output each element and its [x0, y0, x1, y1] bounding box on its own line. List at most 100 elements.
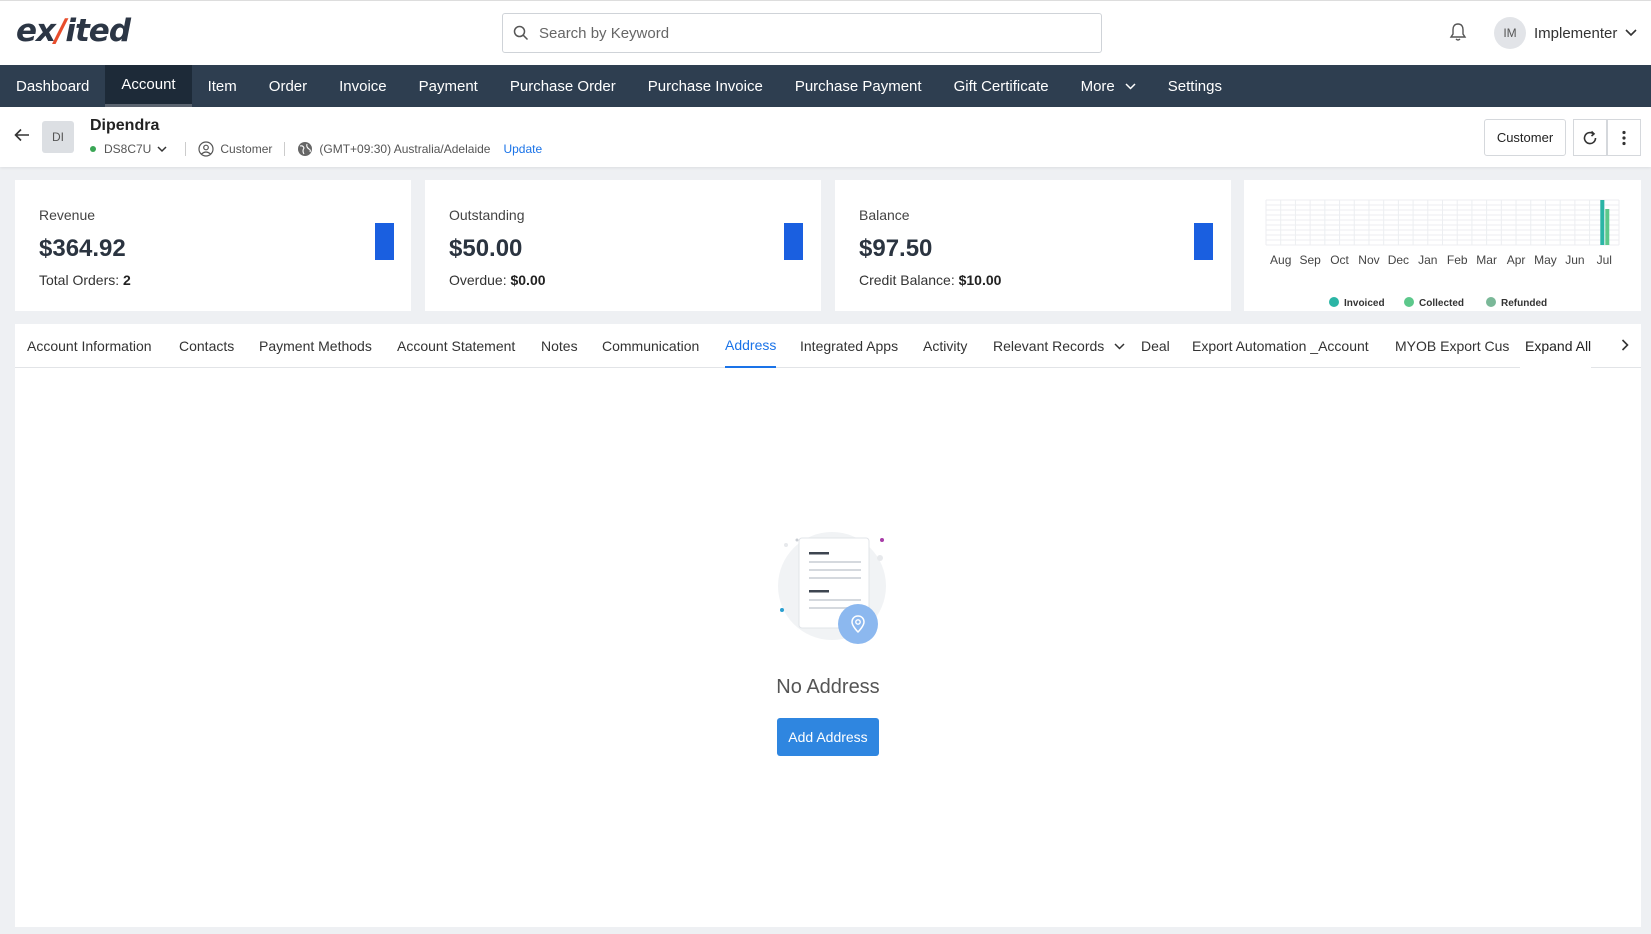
search-box[interactable] — [502, 13, 1102, 53]
notification-bell-icon[interactable] — [1449, 22, 1467, 42]
nav-more-label: More — [1080, 77, 1115, 95]
chevron-down-icon — [157, 145, 167, 152]
divider — [185, 142, 187, 156]
tab-account-statement[interactable]: Account Statement — [397, 324, 515, 368]
chart-x-tick-label: Dec — [1388, 253, 1409, 267]
refresh-button[interactable] — [1573, 119, 1607, 156]
chart-x-tick-label: Jan — [1418, 253, 1437, 267]
chart-x-tick-label: Mar — [1476, 253, 1497, 267]
tab-integrated-apps[interactable]: Integrated Apps — [800, 324, 898, 368]
legend-invoiced-label: Invoiced — [1344, 298, 1385, 309]
update-timezone-link[interactable]: Update — [503, 142, 542, 156]
legend-invoiced-swatch — [1329, 297, 1339, 307]
exsited-logo[interactable]: ex/ited — [16, 13, 131, 49]
kebab-menu-icon — [1622, 130, 1626, 145]
total-orders-value: 2 — [123, 272, 131, 288]
tab-deal[interactable]: Deal — [1141, 324, 1170, 368]
search-icon — [513, 25, 529, 41]
account-header: DI Dipendra DS8C7U Customer (GMT+09:30) … — [0, 107, 1651, 167]
chart-x-tick-label: May — [1534, 253, 1557, 267]
nav-account[interactable]: Account — [105, 65, 192, 107]
total-orders-label: Total Orders: — [39, 272, 120, 288]
account-name: Dipendra — [90, 117, 160, 134]
tab-payment-methods[interactable]: Payment Methods — [259, 324, 372, 368]
account-code-dropdown[interactable]: DS8C7U — [104, 142, 173, 156]
tab-contacts[interactable]: Contacts — [179, 324, 234, 368]
tab-activity[interactable]: Activity — [923, 324, 967, 368]
revenue-card: Revenue $364.92 Total Orders: 2 — [15, 180, 411, 311]
logo-text-pre: ex — [16, 13, 56, 49]
nav-purchase-order[interactable]: Purchase Order — [494, 65, 632, 107]
nav-purchase-payment[interactable]: Purchase Payment — [779, 65, 938, 107]
tab-communication[interactable]: Communication — [602, 324, 699, 368]
back-arrow-icon[interactable] — [14, 128, 30, 142]
chart-x-tick-label: Feb — [1447, 253, 1468, 267]
tab-address[interactable]: Address — [725, 324, 777, 368]
status-dot-icon — [90, 146, 96, 152]
more-options-button[interactable] — [1607, 119, 1641, 156]
account-timezone: (GMT+09:30) Australia/Adelaide — [297, 141, 490, 157]
add-address-button[interactable]: Add Address — [777, 718, 879, 756]
tab-myob-export[interactable]: MYOB Export Cus — [1395, 324, 1519, 368]
chart-x-tick-label: Sep — [1299, 253, 1321, 267]
chart-x-tick-label: Apr — [1507, 253, 1526, 267]
credit-balance-value: $10.00 — [958, 272, 1002, 288]
balance-card: Balance $97.50 Credit Balance: $10.00 — [835, 180, 1231, 311]
nav-item[interactable]: Item — [192, 65, 253, 107]
balance-label: Balance — [859, 207, 910, 223]
credit-balance: Credit Balance: $10.00 — [859, 272, 1001, 288]
chevron-right-icon[interactable] — [1621, 339, 1629, 351]
nav-dashboard[interactable]: Dashboard — [0, 65, 105, 107]
chart-bar-invoiced-jul — [1600, 200, 1605, 245]
overdue: Overdue: $0.00 — [449, 272, 546, 288]
user-avatar: IM — [1494, 17, 1526, 49]
legend-collected-swatch — [1404, 297, 1414, 307]
revenue-value: $364.92 — [39, 235, 126, 262]
nav-order[interactable]: Order — [253, 65, 323, 107]
nav-invoice[interactable]: Invoice — [323, 65, 403, 107]
search-input[interactable] — [539, 24, 1079, 42]
revenue-bar-icon — [375, 223, 394, 260]
nav-gift-certificate[interactable]: Gift Certificate — [938, 65, 1065, 107]
account-tabs: Account Information Contacts Payment Met… — [15, 324, 1641, 368]
nav-payment[interactable]: Payment — [403, 65, 494, 107]
monthly-chart-card: Aug Sep Oct Nov Dec Jan Feb Mar Apr May Jun Jul Invo… — [1244, 180, 1641, 311]
overdue-label: Overdue: — [449, 272, 507, 288]
legend-refunded-swatch — [1486, 297, 1496, 307]
empty-address-illustration — [778, 532, 886, 644]
account-code: DS8C7U — [104, 142, 152, 156]
chevron-down-icon — [1625, 29, 1637, 37]
outstanding-label: Outstanding — [449, 207, 525, 223]
customer-type-button[interactable]: Customer — [1484, 119, 1566, 156]
monthly-bar-chart: Aug Sep Oct Nov Dec Jan Feb Mar Apr May Jun Jul Invo… — [1265, 199, 1620, 309]
user-menu[interactable]: IM Implementer — [1494, 17, 1637, 49]
tab-relevant-records-label: Relevant Records — [993, 338, 1105, 354]
tab-notes[interactable]: Notes — [541, 324, 578, 368]
revenue-label: Revenue — [39, 207, 96, 223]
logo-text-post: ited — [65, 13, 131, 49]
outstanding-bar-icon — [784, 223, 803, 260]
tab-export-automation-account[interactable]: Export Automation _Account — [1192, 324, 1369, 368]
account-type: Customer — [198, 141, 272, 157]
account-meta: DS8C7U Customer (GMT+09:30) Australia/Ad… — [90, 141, 542, 157]
legend-refunded-label: Refunded — [1501, 298, 1547, 309]
total-orders: Total Orders: 2 — [39, 272, 131, 288]
chevron-down-icon — [1114, 342, 1125, 350]
chevron-down-icon — [1125, 82, 1136, 90]
outstanding-card: Outstanding $50.00 Overdue: $0.00 — [425, 180, 821, 311]
globe-icon — [298, 142, 313, 156]
refresh-icon — [1583, 130, 1597, 144]
legend-collected-label: Collected — [1419, 298, 1464, 309]
address-panel: No Address Add Address — [15, 368, 1641, 927]
nav-more[interactable]: More — [1065, 65, 1152, 107]
tab-relevant-records[interactable]: Relevant Records — [993, 324, 1125, 368]
nav-settings[interactable]: Settings — [1152, 65, 1238, 107]
tab-account-information[interactable]: Account Information — [27, 324, 152, 368]
user-name: Implementer — [1534, 24, 1618, 42]
balance-bar-icon — [1194, 223, 1213, 260]
user-circle-icon — [198, 141, 214, 157]
expand-all-button[interactable]: Expand All — [1520, 324, 1592, 368]
timezone-label: (GMT+09:30) Australia/Adelaide — [319, 142, 491, 156]
overdue-value: $0.00 — [510, 272, 546, 288]
nav-purchase-invoice[interactable]: Purchase Invoice — [632, 65, 779, 107]
